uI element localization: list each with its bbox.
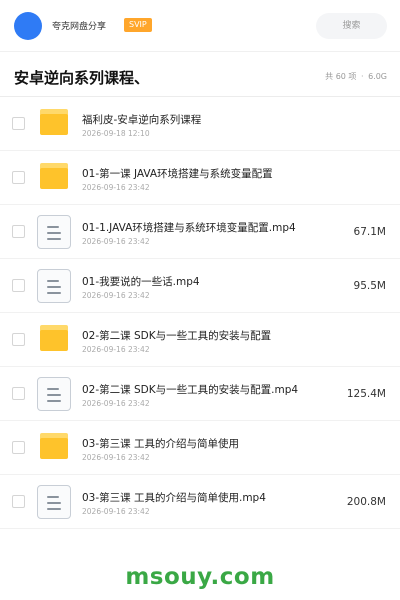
folder-icon: [40, 163, 68, 189]
item-name: 01-1.JAVA环境搭建与系统环境变量配置.mp4: [82, 222, 296, 234]
folder-icon: [40, 325, 68, 351]
user-name: 夸克网盘分享: [52, 22, 107, 32]
item-date: 2026-09-16 23:42: [82, 453, 150, 462]
item-name: 01-我要说的一些话.mp4: [82, 276, 200, 288]
folder-meta: 共 60 项 · 6.0G: [324, 71, 388, 82]
folder-icon: [40, 433, 68, 459]
item-name: 01-第一课 JAVA环境搭建与系统变量配置: [82, 168, 273, 180]
list-item[interactable]: 03-第三课 工具的介绍与简单使用 2026-09-16 23:42: [0, 421, 400, 475]
folder-icon: [40, 109, 68, 135]
item-date: 2026-09-16 23:42: [82, 237, 150, 246]
avatar[interactable]: [14, 12, 42, 40]
select-checkbox[interactable]: [12, 225, 25, 238]
item-size: 200.8M: [346, 496, 386, 508]
search-input[interactable]: 搜索: [316, 13, 387, 39]
item-name: 福利皮-安卓逆向系列课程: [82, 114, 202, 126]
item-size: 67.1M: [353, 226, 386, 238]
item-name: 02-第二课 SDK与一些工具的安装与配置: [82, 330, 272, 342]
item-date: 2026-09-16 23:42: [82, 399, 150, 408]
item-date: 2026-09-16 23:42: [82, 183, 150, 192]
list-item[interactable]: 02-第二课 SDK与一些工具的安装与配置 2026-09-16 23:42: [0, 313, 400, 367]
item-date: 2026-09-16 23:42: [82, 291, 150, 300]
document-icon: [37, 269, 71, 303]
document-icon: [37, 215, 71, 249]
list-item[interactable]: 01-第一课 JAVA环境搭建与系统变量配置 2026-09-16 23:42: [0, 151, 400, 205]
item-name: 03-第三课 工具的介绍与简单使用: [82, 438, 239, 450]
select-checkbox[interactable]: [12, 333, 25, 346]
select-checkbox[interactable]: [12, 279, 25, 292]
file-list: 福利皮-安卓逆向系列课程 2026-09-18 12:10 01-第一课 JAV…: [0, 97, 400, 529]
meta-separator: ·: [360, 72, 364, 81]
list-item[interactable]: 01-我要说的一些话.mp4 2026-09-16 23:42 95.5M: [0, 259, 400, 313]
select-checkbox[interactable]: [12, 117, 25, 130]
item-size: 125.4M: [346, 388, 386, 400]
document-icon: [37, 485, 71, 519]
total-size: 6.0G: [368, 72, 387, 81]
item-name: 03-第三课 工具的介绍与简单使用.mp4: [82, 492, 266, 504]
document-icon: [37, 377, 71, 411]
item-date: 2026-09-16 23:42: [82, 345, 150, 354]
item-size: 95.5M: [353, 280, 386, 292]
select-checkbox[interactable]: [12, 495, 25, 508]
select-checkbox[interactable]: [12, 171, 25, 184]
item-name: 02-第二课 SDK与一些工具的安装与配置.mp4: [82, 384, 299, 396]
app-header: 夸克网盘分享 SVIP 搜索: [0, 0, 400, 52]
list-item[interactable]: 03-第三课 工具的介绍与简单使用.mp4 2026-09-16 23:42 2…: [0, 475, 400, 529]
item-date: 2026-09-16 23:42: [82, 507, 150, 516]
list-item[interactable]: 01-1.JAVA环境搭建与系统环境变量配置.mp4 2026-09-16 23…: [0, 205, 400, 259]
item-count: 共 60 项: [325, 72, 357, 81]
select-checkbox[interactable]: [12, 441, 25, 454]
page-title: 安卓逆向系列课程、: [14, 69, 150, 87]
svip-badge: SVIP: [124, 18, 152, 32]
list-item[interactable]: 02-第二课 SDK与一些工具的安装与配置.mp4 2026-09-16 23:…: [0, 367, 400, 421]
folder-title-row: 安卓逆向系列课程、 共 60 项 · 6.0G: [0, 53, 400, 97]
watermark: msouy.com: [125, 564, 275, 590]
item-date: 2026-09-18 12:10: [82, 129, 150, 138]
list-item[interactable]: 福利皮-安卓逆向系列课程 2026-09-18 12:10: [0, 97, 400, 151]
select-checkbox[interactable]: [12, 387, 25, 400]
